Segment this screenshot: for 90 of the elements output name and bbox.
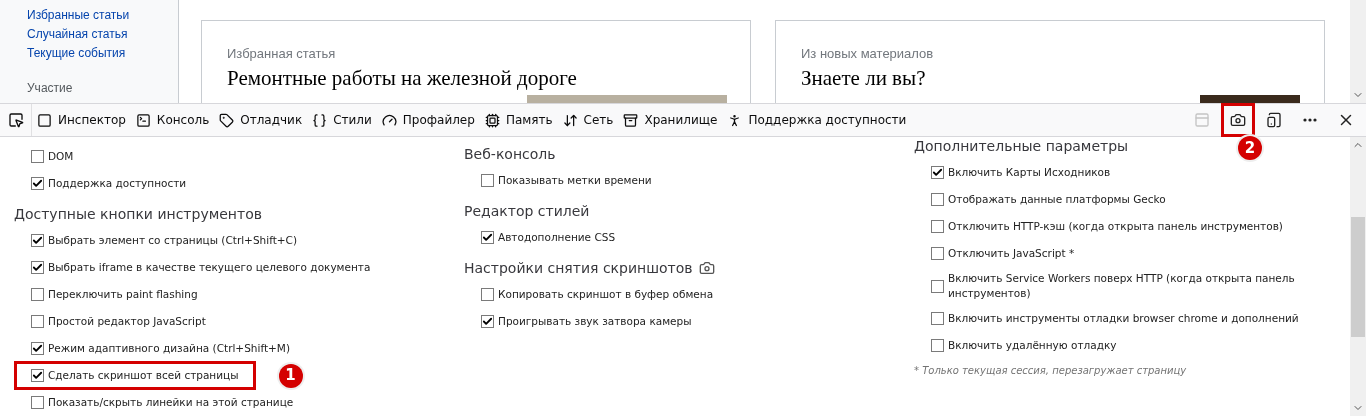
section-heading: Дополнительные параметры [914, 137, 1129, 156]
devtools-tab[interactable]: Память [479, 104, 558, 136]
checkbox-option[interactable]: Поддержка доступности [31, 172, 187, 195]
checkbox[interactable] [31, 342, 44, 355]
checkbox-option[interactable]: Включить Карты Исходников [931, 161, 1111, 184]
checkbox[interactable] [931, 247, 944, 260]
sidebar-link[interactable]: Текущие события [27, 44, 126, 63]
check-icon [482, 316, 493, 327]
checkbox-option[interactable]: Копировать скриншот в буфер обмена [481, 283, 714, 306]
checkbox[interactable] [31, 288, 44, 301]
annotation-badge: 2 [1238, 136, 1262, 160]
checkbox-option[interactable]: Сделать скриншот всей страницы [17, 364, 253, 387]
devtools-tab[interactable]: Хранилище [618, 104, 723, 136]
checkbox-option[interactable]: Выбрать iframe в качестве текущего целевого документа [31, 256, 371, 279]
checkbox-option[interactable]: Переключить paint flashing [31, 283, 198, 306]
terminal-icon [135, 112, 151, 128]
scrollbar-thumb[interactable] [1351, 216, 1365, 337]
section-heading: Настройки снятия скриншотов [464, 258, 693, 278]
check-icon [932, 167, 943, 178]
checkbox-option[interactable]: Простой редактор JavaScript [31, 310, 206, 333]
checkbox[interactable] [481, 288, 494, 301]
sidebar-link[interactable]: Случайная статья [27, 25, 128, 44]
section-heading: Доступные кнопки инструментов [14, 204, 262, 224]
scrollbar[interactable] [1350, 0, 1366, 103]
devtools-tab[interactable]: Консоль [130, 104, 215, 136]
square-icon [37, 112, 52, 128]
devtools-tab[interactable]: Поддержка доступности [722, 104, 912, 136]
devtools-tab[interactable]: Профайлер [376, 104, 480, 136]
checkbox-option[interactable]: Отображать данные платформы Gecko [931, 188, 1166, 211]
checkbox-option[interactable]: Включить удалённую отладку [931, 334, 1117, 357]
checkbox-option[interactable]: Отключить JavaScript * [931, 242, 1075, 265]
annotation-badge: 1 [278, 363, 303, 388]
devtools-tab[interactable]: Стили [307, 104, 377, 136]
checkbox[interactable] [31, 261, 44, 274]
checkbox-option[interactable]: Показывать метки времени [481, 169, 652, 192]
camera-icon [1230, 112, 1246, 128]
section-heading: Веб-консоль [464, 144, 556, 164]
sidebar-heading: Участие [27, 80, 73, 97]
check-icon [32, 235, 43, 246]
checkbox-option[interactable]: Режим адаптивного дизайна (Ctrl+Shift+M) [31, 337, 290, 360]
checkbox-option[interactable]: Включить инструменты отладки browser chrome и дополнений [931, 307, 1299, 330]
checkbox[interactable] [931, 166, 944, 179]
screenshot-button[interactable] [1224, 106, 1252, 134]
scrollbar[interactable] [1350, 137, 1366, 416]
check-icon [482, 232, 493, 243]
checkbox[interactable] [31, 150, 44, 163]
checkbox[interactable] [481, 231, 494, 244]
checkbox[interactable] [931, 193, 944, 206]
frames-icon [1194, 112, 1210, 128]
tag-icon [219, 112, 235, 128]
checkbox[interactable] [31, 234, 44, 247]
checkbox[interactable] [931, 279, 944, 293]
braces-icon [312, 112, 328, 128]
check-icon [32, 370, 43, 381]
devtools-tab[interactable]: Сеть [557, 104, 619, 136]
checkbox-option[interactable]: Проигрывать звук затвора камеры [481, 310, 692, 333]
checkbox[interactable] [31, 396, 44, 409]
checkbox-option[interactable]: DOM [31, 145, 74, 168]
checkbox-option[interactable]: Показать/скрыть линейки на этой странице [31, 391, 294, 414]
devtools-tab[interactable]: Инспектор [32, 104, 131, 136]
check-icon [32, 178, 43, 189]
check-icon [32, 343, 43, 354]
checkbox[interactable] [31, 177, 44, 190]
sidebar-link[interactable]: Избранные статьи [27, 6, 130, 25]
footnote: * Только текущая сессия, перезагружает страницу [914, 364, 1187, 378]
checkbox[interactable] [931, 339, 944, 352]
chip-icon [484, 112, 500, 128]
checkbox-option[interactable]: Выбрать элемент со страницы (Ctrl+Shift+C) [31, 229, 297, 252]
card-title: Знаете ли вы? [801, 64, 926, 92]
checkbox[interactable] [931, 312, 944, 325]
gauge-icon [381, 112, 397, 128]
checkbox-option[interactable]: Отключить HTTP-кэш (когда открыта панель инструментов) [931, 215, 1283, 238]
card-title: Ремонтные работы на железной дороге [227, 64, 577, 92]
check-icon [32, 262, 43, 273]
card-kicker: Из новых материалов [801, 45, 934, 63]
arrows-icon [562, 112, 578, 128]
archive-icon [623, 112, 639, 128]
checkbox[interactable] [931, 220, 944, 233]
checkbox-option[interactable]: Автодополнение CSS [481, 226, 616, 249]
more-icon [1303, 118, 1317, 122]
checkbox-option[interactable]: Включить Service Workers поверх HTTP (когда открыта панель инструментов) [931, 267, 1336, 305]
checkbox[interactable] [481, 174, 494, 187]
picker-icon [7, 112, 24, 128]
responsive-icon [1266, 112, 1282, 128]
checkbox[interactable] [31, 369, 44, 382]
checkbox[interactable] [481, 315, 494, 328]
checkbox[interactable] [31, 315, 44, 328]
card-kicker: Избранная статья [227, 45, 336, 63]
section-heading: Редактор стилей [464, 201, 590, 221]
devtools-tab[interactable]: Отладчик [214, 104, 308, 136]
